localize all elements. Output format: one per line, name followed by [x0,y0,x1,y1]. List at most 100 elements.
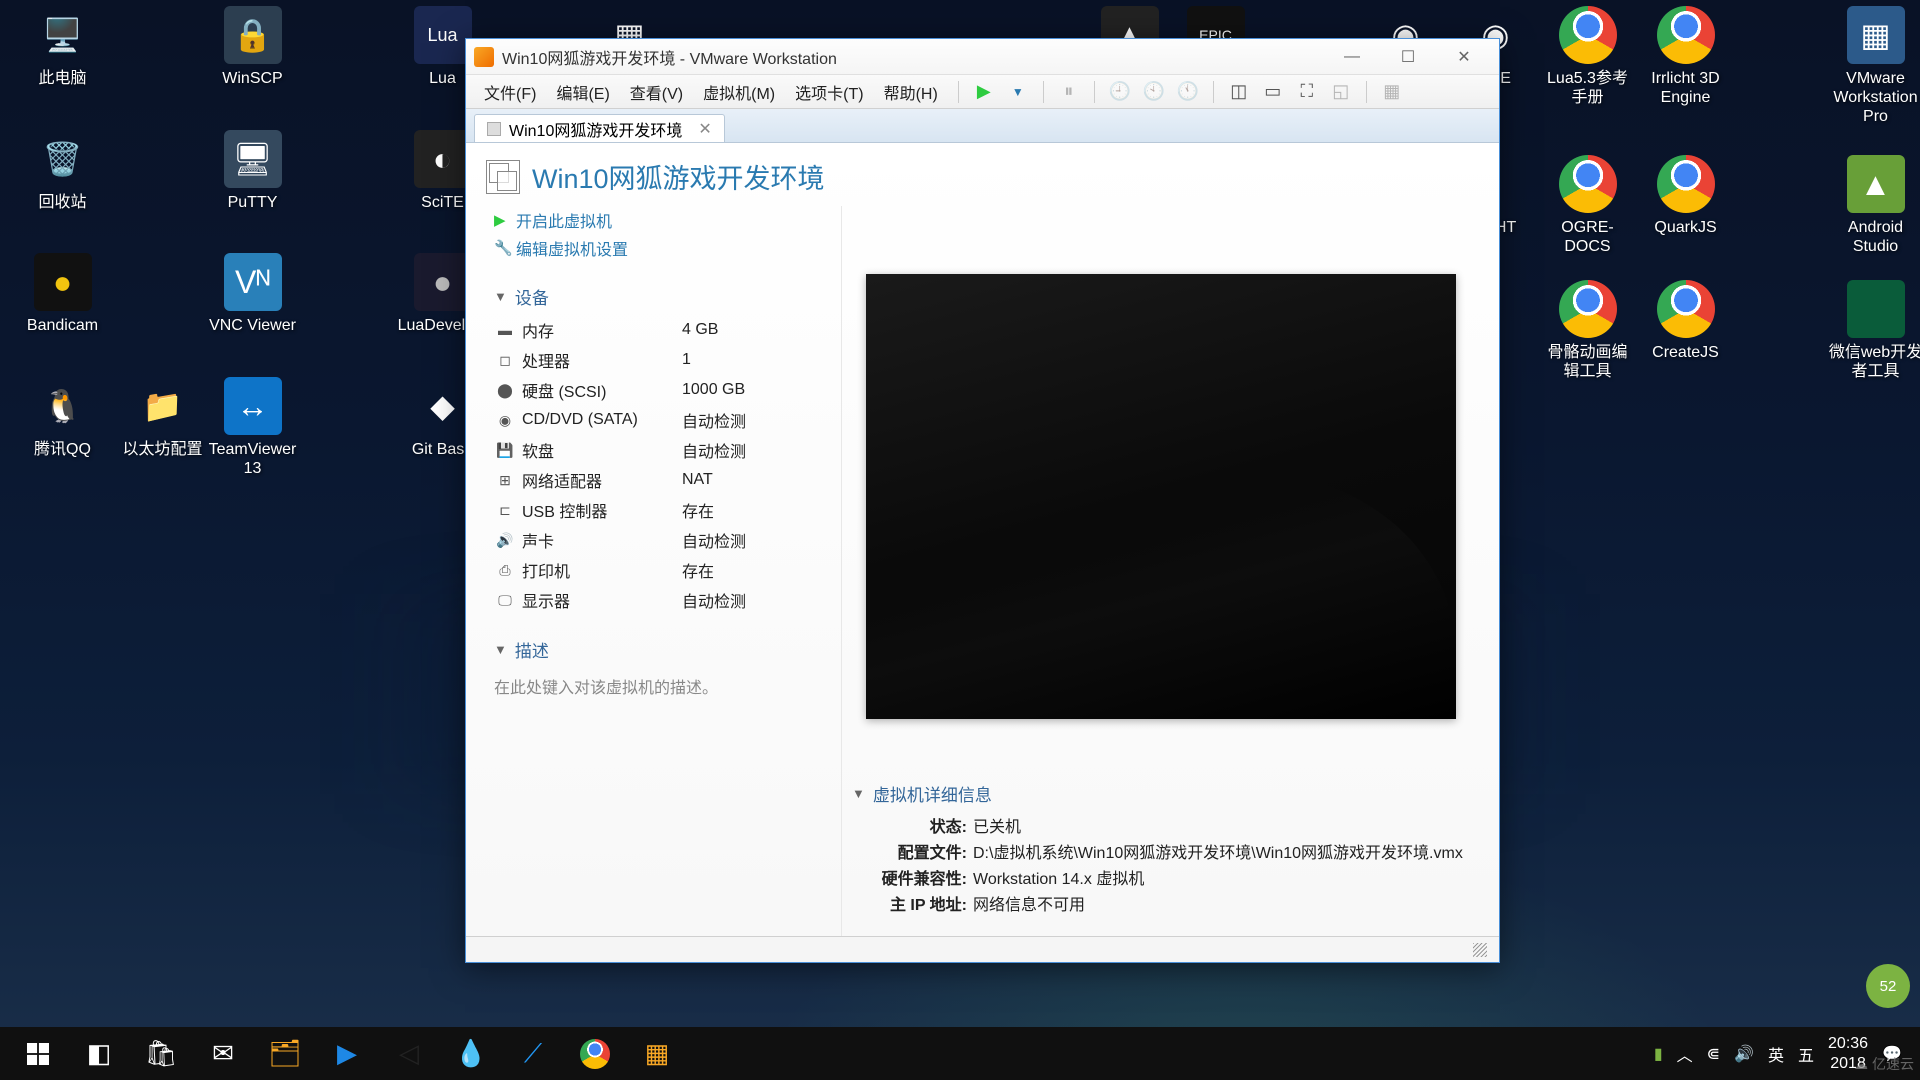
tray-battery-icon[interactable]: ▮ [1654,1044,1663,1064]
taskbar-pinned-app[interactable]: 💧 [440,1027,502,1080]
power-on-link[interactable]: ▶ 开启此虚拟机 [494,206,821,234]
ime-mode[interactable]: 五 [1798,1042,1814,1066]
desktop-icon[interactable]: Irrlicht 3D Engine [1638,6,1733,107]
power-on-button[interactable]: ▶ [969,77,999,107]
vm-summary-icon [486,160,520,194]
device-icon: ◉ [494,412,516,428]
device-row[interactable]: ◉CD/DVD (SATA)自动检测 [494,405,821,435]
icon-label: PuTTY [205,193,300,212]
device-row[interactable]: ⊏USB 控制器存在 [494,495,821,525]
taskbar-pinned-app[interactable]: ◧ [68,1027,130,1080]
desktop-icon[interactable]: 🖥 PuTTY [205,130,300,212]
menu-item[interactable]: 文件(F) [474,74,546,110]
revert-button: 🕙 [1139,77,1169,107]
desktop-icon[interactable]: OGRE-DOCS [1540,155,1635,256]
ime-lang[interactable]: 英 [1768,1042,1784,1066]
desktop-icon[interactable]: VᴺVNC Viewer [205,253,300,335]
app-icon: ▲ [1847,155,1905,213]
taskbar-pinned-app[interactable]: ▶ [316,1027,378,1080]
assist-badge[interactable]: 52 [1866,964,1910,1008]
edit-settings-link[interactable]: 🔧 编辑虚拟机设置 [494,234,821,262]
watermark: ☁亿速云 [1854,1054,1914,1074]
device-value: 4 GB [682,321,718,339]
taskbar-pinned-app[interactable]: 🗂 [254,1027,316,1080]
desktop-icon[interactable]: ▦VMware Workstation Pro [1828,6,1920,127]
app-icon [1559,280,1617,338]
menu-item[interactable]: 帮助(H) [874,74,948,110]
windows-icon [27,1043,49,1065]
taskbar-pinned-app[interactable]: ◁ [378,1027,440,1080]
fullscreen-button[interactable]: ⛶ [1292,77,1322,107]
tray-wifi-icon[interactable]: ⋐ [1707,1044,1720,1064]
vm-screen-preview[interactable] [866,274,1456,719]
desktop-icon[interactable]: 微信web开发者工具 [1828,280,1920,381]
detail-label: 硬件兼容性: [852,865,967,889]
description-section-header[interactable]: ▼ 描述 [494,637,821,662]
taskbar-pinned-app[interactable]: ⟋ [502,1027,564,1080]
device-row[interactable]: ⊞网络适配器NAT [494,465,821,495]
desktop-icon[interactable]: ▲Android Studio [1828,155,1920,256]
icon-label: 回收站 [15,193,110,212]
power-dropdown[interactable]: ▼ [1003,77,1033,107]
details-section-header[interactable]: ▼ 虚拟机详细信息 [852,781,1469,806]
menu-item[interactable]: 虚拟机(M) [693,74,785,110]
menu-item[interactable]: 查看(V) [620,74,693,110]
vmware-window: Win10网狐游戏开发环境 - VMware Workstation — ☐ ✕… [465,38,1500,963]
device-row[interactable]: ⬤硬盘 (SCSI)1000 GB [494,375,821,405]
device-value: 存在 [682,558,714,582]
detail-value: Workstation 14.x 虚拟机 [973,865,1144,889]
desktop-icon[interactable]: ↔TeamViewer 13 [205,377,300,478]
window-titlebar[interactable]: Win10网狐游戏开发环境 - VMware Workstation — ☐ ✕ [466,39,1499,75]
desktop-icon[interactable]: Lua5.3参考手册 [1540,6,1635,107]
desktop-icon[interactable]: QuarkJS [1638,155,1733,237]
desktop-icon[interactable]: 骨骼动画编辑工具 [1540,280,1635,381]
close-button[interactable]: ✕ [1437,43,1491,71]
device-icon: 🔊 [494,532,516,548]
device-row[interactable]: ▬内存4 GB [494,315,821,345]
icon-label: VMware Workstation Pro [1828,69,1920,127]
taskbar: ◧🛍✉🗂▶◁💧⟋▦ ▮ ︿ ⋐ 🔊 英 五 20:36 2018 💬 ☁亿速云 [0,1027,1920,1080]
desktop-icon[interactable]: 📁以太坊配置 [115,377,210,459]
tray-volume-icon[interactable]: 🔊 [1734,1044,1754,1064]
minimize-button[interactable]: — [1325,43,1379,71]
view-single-button[interactable]: ◫ [1224,77,1254,107]
device-row[interactable]: 💾软盘自动检测 [494,435,821,465]
menu-item[interactable]: 选项卡(T) [785,74,873,110]
device-row[interactable]: 🖵显示器自动检测 [494,585,821,615]
start-button[interactable] [8,1027,68,1080]
caret-down-icon: ▼ [852,786,865,801]
taskbar-pinned-app[interactable]: 🛍 [130,1027,192,1080]
menu-item[interactable]: 编辑(E) [546,74,619,110]
device-row[interactable]: 🔊声卡自动检测 [494,525,821,555]
icon-label: Lua5.3参考手册 [1540,69,1635,107]
device-row[interactable]: ◻处理器1 [494,345,821,375]
icon-label: Irrlicht 3D Engine [1638,69,1733,107]
device-value: 自动检测 [682,408,746,432]
maximize-button[interactable]: ☐ [1381,43,1435,71]
device-value: 1 [682,351,691,369]
app-icon: 🖥 [224,130,282,188]
resize-grip-icon[interactable] [1473,943,1487,957]
taskbar-pinned-app[interactable]: ✉ [192,1027,254,1080]
app-icon [1559,6,1617,64]
app-icon: ◆ [414,377,472,435]
view-console-button[interactable]: ▭ [1258,77,1288,107]
device-row[interactable]: ⎙打印机存在 [494,555,821,585]
desktop-icon[interactable]: CreateJS [1638,280,1733,362]
taskbar-pinned-app[interactable]: ▦ [626,1027,688,1080]
tab-close-icon[interactable]: ✕ [698,119,711,139]
device-icon: ▬ [494,322,516,338]
tray-chevron-icon[interactable]: ︿ [1677,1042,1693,1066]
desktop-icon[interactable]: 🔒WinSCP [205,6,300,88]
desktop-icon[interactable]: ●Bandicam [15,253,110,335]
devices-section-header[interactable]: ▼ 设备 [494,284,821,309]
app-icon [1847,280,1905,338]
taskbar-pinned-app[interactable] [564,1027,626,1080]
desktop-icon[interactable]: 🐧腾讯QQ [15,377,110,459]
desktop-icon[interactable]: 🗑️回收站 [15,130,110,212]
app-icon: Lua [414,6,472,64]
desktop-icon[interactable]: 🖥️此电脑 [15,6,110,88]
device-value: 存在 [682,498,714,522]
vm-tab[interactable]: Win10网狐游戏开发环境 ✕ [474,114,725,142]
description-placeholder[interactable]: 在此处键入对该虚拟机的描述。 [494,674,821,698]
